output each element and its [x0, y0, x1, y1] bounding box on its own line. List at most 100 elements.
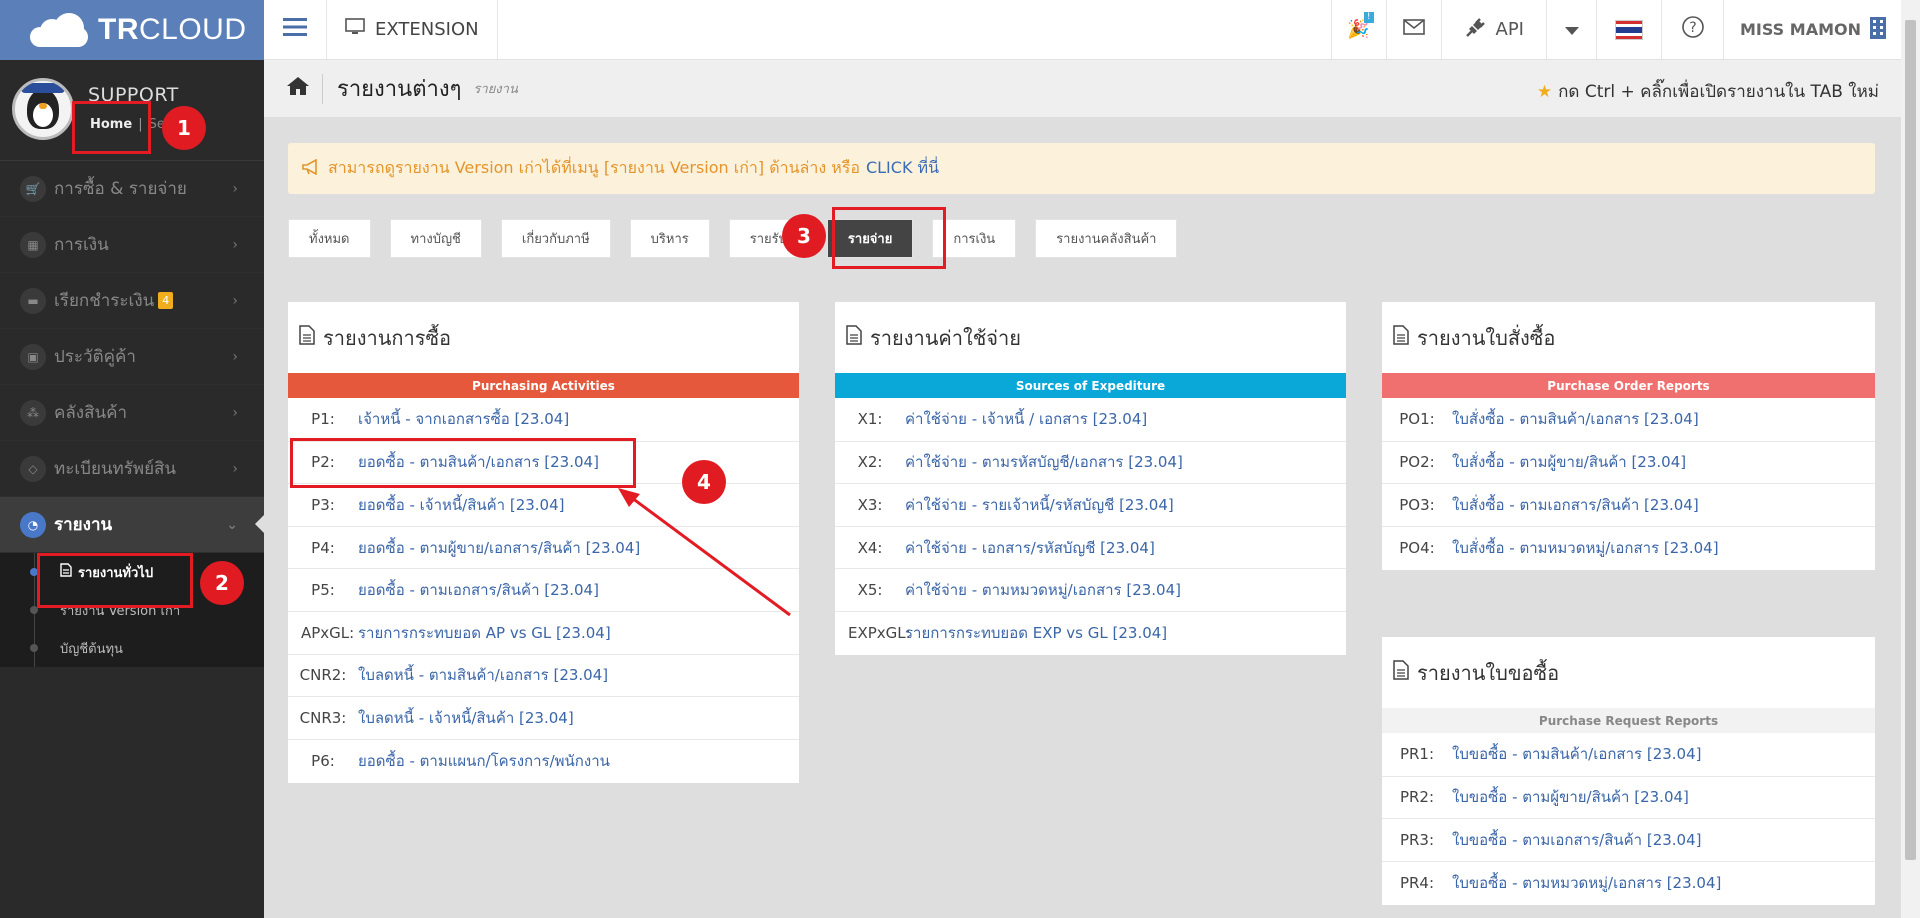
report-link[interactable]: ค่าใช้จ่าย - รายเจ้าหนี้/รหัสบัญชี [23.0…	[905, 493, 1174, 517]
calendar-icon: ▦	[20, 231, 46, 258]
report-link[interactable]: ค่าใช้จ่าย - ตามรหัสบัญชี/เอกสาร [23.04]	[905, 450, 1183, 474]
step-marker-3: 3	[782, 214, 826, 258]
count-badge: 4	[158, 292, 174, 309]
report-row-expxgl[interactable]: EXPxGL: รายการกระทบยอด EXP vs GL [23.04]	[835, 610, 1346, 654]
extension-label: EXTENSION	[375, 19, 479, 40]
sidebar-item-finance[interactable]: ▦ การเงิน ›	[0, 217, 264, 273]
report-link[interactable]: ยอดซื้อ - เจ้าหนี้/สินค้า [23.04]	[358, 493, 565, 517]
report-row-pr2[interactable]: PR2: ใบขอซื้อ - ตามผู้ขาย/สินค้า [23.04]	[1382, 775, 1875, 819]
report-row-po1[interactable]: PO1: ใบสั่งซื้อ - ตามสินค้า/เอกสาร [23.04…	[1382, 398, 1875, 441]
report-code: CNR2:	[299, 666, 347, 685]
help-button[interactable]: ?	[1662, 0, 1724, 59]
report-row-cnr3[interactable]: CNR3: ใบลดหนี้ - เจ้าหนี้/สินค้า [23.04]	[288, 696, 799, 739]
plug-icon	[1464, 17, 1486, 42]
message-button[interactable]	[1387, 0, 1442, 59]
chevron-right-icon: ›	[232, 293, 238, 309]
report-row-x3[interactable]: X3: ค่าใช้จ่าย - รายเจ้าหนี้/รหัสบัญชี [2…	[835, 483, 1346, 526]
report-row-x5[interactable]: X5: ค่าใช้จ่าย - ตามหมวดหมู่/เอกสาร [23.0…	[835, 568, 1346, 611]
report-link[interactable]: ใบลดหนี้ - ตามสินค้า/เอกสาร [23.04]	[358, 663, 608, 687]
report-link[interactable]: ค่าใช้จ่าย - เจ้าหนี้ / เอกสาร [23.04]	[905, 407, 1147, 431]
report-link[interactable]: ใบสั่งซื้อ - ตามหมวดหมู่/เอกสาร [23.04]	[1452, 536, 1719, 560]
chevron-right-icon: ›	[232, 405, 238, 421]
report-row-pr3[interactable]: PR3: ใบขอซื้อ - ตามเอกสาร/สินค้า [23.04]	[1382, 818, 1875, 861]
report-code: PR1:	[1399, 745, 1435, 764]
report-row-po3[interactable]: PO3: ใบสั่งซื้อ - ตามเอกสาร/สินค้า [23.04…	[1382, 483, 1875, 526]
document-icon	[1393, 660, 1409, 685]
sidebar-item-assets[interactable]: ◇ ทะเบียนทรัพย์สิน ›	[0, 441, 264, 497]
report-row-po4[interactable]: PO4: ใบสั่งซื้อ - ตามหมวดหมู่/เอกสาร [23.…	[1382, 525, 1875, 569]
report-row-x2[interactable]: X2: ค่าใช้จ่าย - ตามรหัสบัญชี/เอกสาร [23.…	[835, 440, 1346, 484]
user-menu[interactable]: MISS MAMON	[1724, 0, 1901, 59]
report-row-pr4[interactable]: PR4: ใบขอซื้อ - ตามหมวดหมู่/เอกสาร [23.04…	[1382, 860, 1875, 904]
report-code: P3:	[311, 495, 335, 514]
sidebar-item-partners[interactable]: ▣ ประวัติคู่ค้า ›	[0, 329, 264, 385]
cloud-icon	[30, 13, 90, 47]
report-link[interactable]: ยอดซื้อ - ตามแผนก/โครงการ/พนักงาน	[358, 749, 610, 773]
report-link[interactable]: ยอดซื้อ - ตามผู้ขาย/เอกสาร/สินค้า [23.04…	[358, 536, 640, 560]
page-scrollbar[interactable]	[1901, 0, 1920, 918]
report-row-cnr2[interactable]: CNR2: ใบลดหนี้ - ตามสินค้า/เอกสาร [23.04]	[288, 653, 799, 697]
sidebar-item-purchase[interactable]: 🛒 การซื้อ & รายจ่าย ›	[0, 161, 264, 217]
report-row-p1[interactable]: P1: เจ้าหนี้ - จากเอกสารซื้อ [23.04]	[288, 398, 799, 441]
api-label: API	[1495, 19, 1524, 40]
ctrl-click-tip: ★ กด Ctrl + คลิ๊กเพื่อเปิดรายงานใน TAB ให…	[1536, 82, 1879, 102]
submenu-item-cost-accounting[interactable]: บัญชีต้นทุน	[0, 629, 264, 667]
cart-icon: 🛒	[20, 175, 46, 202]
report-row-pr1[interactable]: PR1: ใบขอซื้อ - ตามสินค้า/เอกสาร [23.04]	[1382, 733, 1875, 776]
tab-inventory-reports[interactable]: รายงานคลังสินค้า	[1035, 219, 1178, 258]
api-button[interactable]: API	[1442, 0, 1547, 59]
report-link[interactable]: ค่าใช้จ่าย - เอกสาร/รหัสบัญชี [23.04]	[905, 536, 1155, 560]
report-link[interactable]: ยอดซื้อ - ตามเอกสาร/สินค้า [23.04]	[358, 578, 599, 602]
report-link[interactable]: ใบสั่งซื้อ - ตามเอกสาร/สินค้า [23.04]	[1452, 493, 1699, 517]
report-code: CNR3:	[299, 708, 347, 727]
click-here-link[interactable]: CLICK ที่นี่	[866, 156, 939, 181]
contact-icon: ▣	[20, 343, 46, 370]
report-link[interactable]: ใบขอซื้อ - ตามสินค้า/เอกสาร [23.04]	[1452, 742, 1702, 766]
report-icon: ◔	[20, 511, 46, 538]
report-link[interactable]: ใบขอซื้อ - ตามเอกสาร/สินค้า [23.04]	[1452, 828, 1702, 852]
report-code: PO3:	[1399, 495, 1435, 514]
report-link[interactable]: ใบลดหนี้ - เจ้าหนี้/สินค้า [23.04]	[358, 706, 574, 730]
language-button[interactable]	[1597, 0, 1662, 59]
report-row-x1[interactable]: X1: ค่าใช้จ่าย - เจ้าหนี้ / เอกสาร [23.04…	[835, 398, 1346, 441]
user-name: MISS MAMON	[1740, 20, 1861, 39]
report-link[interactable]: ใบขอซื้อ - ตามหมวดหมู่/เอกสาร [23.04]	[1452, 871, 1721, 895]
report-link[interactable]: รายการกระทบยอด EXP vs GL [23.04]	[905, 621, 1167, 645]
tab-tax[interactable]: เกี่ยวกับภาษี	[500, 219, 611, 258]
expense-report-panel: รายงานค่าใช้จ่าย Sources of Expediture X…	[835, 302, 1346, 655]
extension-button[interactable]: EXTENSION	[327, 0, 498, 59]
avatar[interactable]	[12, 78, 74, 140]
report-link[interactable]: รายการกระทบยอด AP vs GL [23.04]	[358, 621, 611, 645]
dropdown-button[interactable]	[1547, 0, 1597, 59]
report-code: PO4:	[1399, 538, 1435, 557]
tab-management[interactable]: บริหาร	[629, 219, 710, 258]
sidebar-item-inventory[interactable]: ⁂ คลังสินค้า ›	[0, 385, 264, 441]
report-row-p6[interactable]: P6: ยอดซื้อ - ตามแผนก/โครงการ/พนักงาน	[288, 738, 799, 782]
report-link[interactable]: ค่าใช้จ่าย - ตามหมวดหมู่/เอกสาร [23.04]	[905, 578, 1181, 602]
question-circle-icon: ?	[1681, 15, 1705, 44]
sidebar-item-billing[interactable]: ▬ เรียกชำระเงิน 4 ›	[0, 273, 264, 329]
caret-down-icon	[1564, 19, 1579, 40]
sidebar-item-reports[interactable]: ◔ รายงาน ⌄	[0, 497, 264, 553]
menu-toggle-button[interactable]	[264, 0, 327, 59]
report-link[interactable]: ใบขอซื้อ - ตามผู้ขาย/สินค้า [23.04]	[1452, 785, 1689, 809]
report-link[interactable]: ใบสั่งซื้อ - ตามผู้ขาย/สินค้า [23.04]	[1452, 450, 1686, 474]
home-icon[interactable]	[286, 76, 310, 102]
report-code: X5:	[857, 581, 883, 600]
scrollbar-thumb[interactable]	[1905, 20, 1916, 860]
report-code: P6:	[311, 751, 335, 770]
diamond-icon: ◇	[20, 455, 46, 482]
report-row-x4[interactable]: X4: ค่าใช้จ่าย - เอกสาร/รหัสบัญชี [23.04]	[835, 525, 1346, 569]
notification-button[interactable]: 🎉 !	[1332, 0, 1387, 59]
chevron-right-icon: ›	[232, 181, 238, 197]
tab-all[interactable]: ทั้งหมด	[288, 219, 371, 258]
report-row-po2[interactable]: PO2: ใบสั่งซื้อ - ตามผู้ขาย/สินค้า [23.04…	[1382, 440, 1875, 484]
panel-title: รายงานค่าใช้จ่าย	[870, 325, 1021, 350]
brand-logo[interactable]: TRCLOUD	[0, 0, 264, 60]
report-code: P1:	[311, 410, 335, 429]
report-code: P4:	[311, 538, 335, 557]
tab-accounting[interactable]: ทางบัญชี	[389, 219, 482, 258]
report-link[interactable]: ใบสั่งซื้อ - ตามสินค้า/เอกสาร [23.04]	[1452, 407, 1699, 431]
report-link[interactable]: เจ้าหนี้ - จากเอกสารซื้อ [23.04]	[358, 407, 569, 431]
panel-band: Purchasing Activities	[288, 373, 799, 398]
